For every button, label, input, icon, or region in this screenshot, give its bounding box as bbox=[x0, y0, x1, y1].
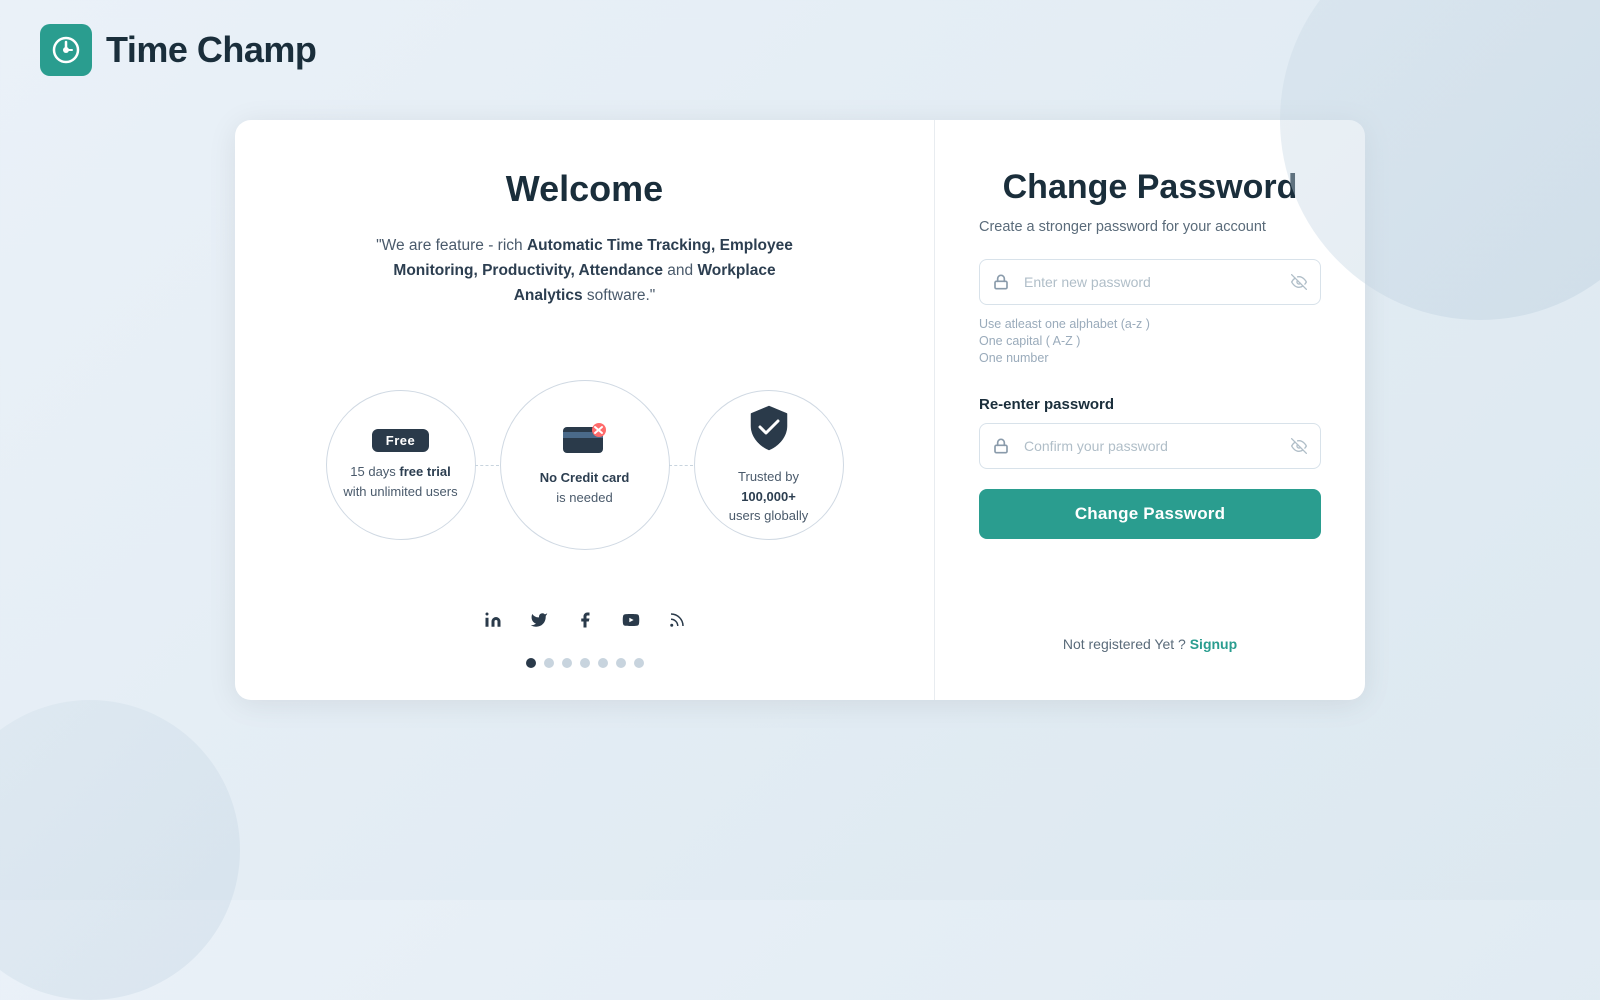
hint-number: One number bbox=[979, 351, 1321, 365]
confirm-password-group bbox=[979, 423, 1321, 469]
rss-icon[interactable] bbox=[663, 606, 691, 634]
dot-7[interactable] bbox=[634, 658, 644, 668]
lock-icon-left bbox=[993, 274, 1009, 290]
credit-card-icon bbox=[563, 423, 607, 458]
features-row: Free 15 days free trialwith unlimited us… bbox=[326, 348, 844, 582]
connector-2 bbox=[669, 465, 693, 466]
lock-icon-left-confirm bbox=[993, 438, 1009, 454]
feature-nocredit-label: No Credit cardis needed bbox=[540, 468, 630, 507]
logo-icon bbox=[40, 24, 92, 76]
eye-hide-icon-confirm[interactable] bbox=[1291, 438, 1307, 454]
welcome-title: Welcome bbox=[506, 168, 663, 210]
main-container: Welcome "We are feature - rich Automatic… bbox=[0, 100, 1600, 720]
right-panel: Change Password Create a stronger passwo… bbox=[935, 120, 1365, 700]
dot-6[interactable] bbox=[616, 658, 626, 668]
left-panel: Welcome "We are feature - rich Automatic… bbox=[235, 120, 935, 700]
hint-alphabet: Use atleast one alphabet (a-z ) bbox=[979, 317, 1321, 331]
social-links bbox=[479, 606, 691, 634]
signup-link[interactable]: Signup bbox=[1190, 636, 1237, 652]
dot-1[interactable] bbox=[526, 658, 536, 668]
new-password-input[interactable] bbox=[979, 259, 1321, 305]
facebook-icon[interactable] bbox=[571, 606, 599, 634]
dot-4[interactable] bbox=[580, 658, 590, 668]
app-name: Time Champ bbox=[106, 29, 316, 71]
twitter-icon[interactable] bbox=[525, 606, 553, 634]
reenter-label: Re-enter password bbox=[979, 396, 1321, 413]
feature-trusted-label: Trusted by 100,000+users globally bbox=[711, 467, 827, 526]
new-password-group bbox=[979, 259, 1321, 305]
connector-1 bbox=[475, 465, 499, 466]
eye-hide-icon-new[interactable] bbox=[1291, 274, 1307, 290]
dot-5[interactable] bbox=[598, 658, 608, 668]
welcome-desc: "We are feature - rich Automatic Time Tr… bbox=[365, 234, 805, 308]
main-card: Welcome "We are feature - rich Automatic… bbox=[235, 120, 1365, 700]
free-badge: Free bbox=[372, 429, 429, 452]
youtube-icon[interactable] bbox=[617, 606, 645, 634]
dot-2[interactable] bbox=[544, 658, 554, 668]
feature-trusted: Trusted by 100,000+users globally bbox=[694, 390, 844, 540]
form-subtitle: Create a stronger password for your acco… bbox=[979, 219, 1321, 235]
hint-capital: One capital ( A-Z ) bbox=[979, 334, 1321, 348]
confirm-password-input[interactable] bbox=[979, 423, 1321, 469]
feature-free: Free 15 days free trialwith unlimited us… bbox=[326, 390, 476, 540]
carousel-dots bbox=[526, 658, 644, 668]
form-title: Change Password bbox=[979, 168, 1321, 207]
linkedin-icon[interactable] bbox=[479, 606, 507, 634]
change-password-button[interactable]: Change Password bbox=[979, 489, 1321, 539]
password-hints: Use atleast one alphabet (a-z ) One capi… bbox=[979, 317, 1321, 368]
dot-3[interactable] bbox=[562, 658, 572, 668]
feature-free-label: 15 days free trialwith unlimited users bbox=[343, 462, 457, 501]
feature-no-credit: No Credit cardis needed bbox=[500, 380, 670, 550]
shield-check-icon bbox=[747, 404, 791, 457]
not-registered-text: Not registered Yet ? bbox=[1063, 636, 1186, 652]
app-header: Time Champ bbox=[0, 0, 1600, 100]
not-registered-section: Not registered Yet ? Signup bbox=[979, 600, 1321, 652]
